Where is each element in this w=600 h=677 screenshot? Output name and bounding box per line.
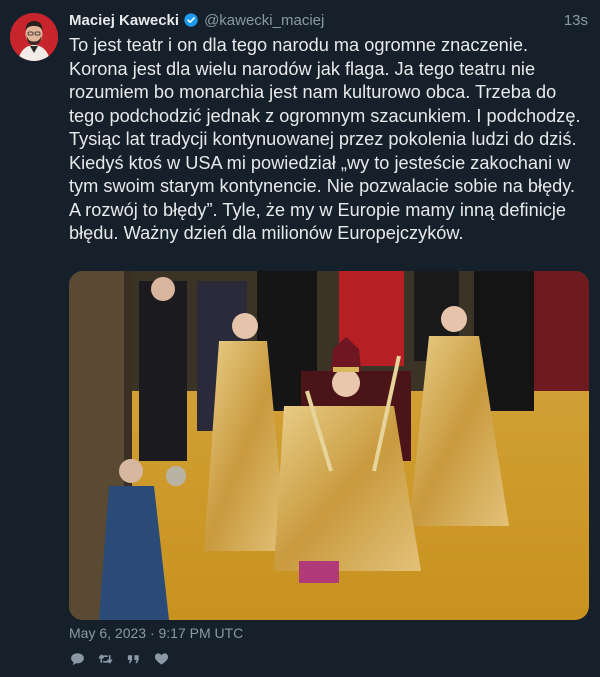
tweet-card: Maciej Kawecki @kawecki_maciej 13s To je… xyxy=(0,0,600,677)
verified-badge-icon xyxy=(184,13,198,27)
relative-timestamp[interactable]: 13s xyxy=(564,12,588,29)
retweet-arrows-icon xyxy=(97,654,113,664)
avatar[interactable] xyxy=(10,13,58,61)
avatar-portrait xyxy=(10,13,58,61)
tweet-text: To jest teatr i on dla tego narodu ma og… xyxy=(69,35,581,243)
tweet-photo[interactable] xyxy=(69,271,589,620)
retweet-button[interactable] xyxy=(97,652,113,666)
author-name[interactable]: Maciej Kawecki xyxy=(69,12,179,29)
speech-bubble-icon xyxy=(70,653,84,666)
heart-icon xyxy=(154,653,168,665)
tweet-datetime[interactable]: May 6, 2023 · 9:17 PM UTC xyxy=(69,625,243,641)
quote-marks-icon xyxy=(127,655,139,664)
tweet-actions xyxy=(69,652,169,666)
like-button[interactable] xyxy=(153,652,169,666)
coronation-photo xyxy=(69,271,589,620)
author-handle[interactable]: @kawecki_maciej xyxy=(204,12,324,29)
quote-button[interactable] xyxy=(125,652,141,666)
tweet-header: Maciej Kawecki @kawecki_maciej 13s xyxy=(69,10,588,30)
reply-button[interactable] xyxy=(69,652,85,666)
